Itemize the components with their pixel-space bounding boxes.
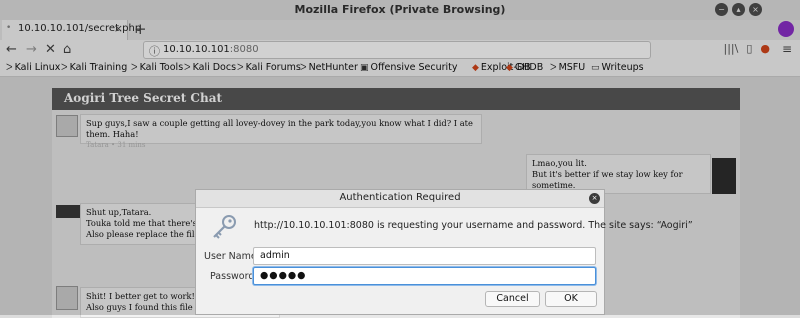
- username-label: User Name:: [204, 251, 260, 262]
- key-icon: [213, 215, 236, 239]
- ok-button[interactable]: OK: [545, 291, 597, 307]
- dialog-message: http://10.10.10.101:8080 is requesting y…: [254, 220, 693, 231]
- auth-dialog: Authentication Required × http://10.10.1…: [195, 189, 693, 315]
- cancel-button[interactable]: Cancel: [485, 291, 540, 307]
- dialog-close-button[interactable]: ×: [589, 193, 600, 204]
- password-label: Password:: [210, 271, 258, 282]
- dialog-titlebar: Authentication Required ×: [196, 190, 604, 208]
- password-field[interactable]: ●●●●●: [253, 267, 596, 285]
- username-field[interactable]: admin: [253, 247, 596, 265]
- dialog-title: Authentication Required: [339, 192, 461, 203]
